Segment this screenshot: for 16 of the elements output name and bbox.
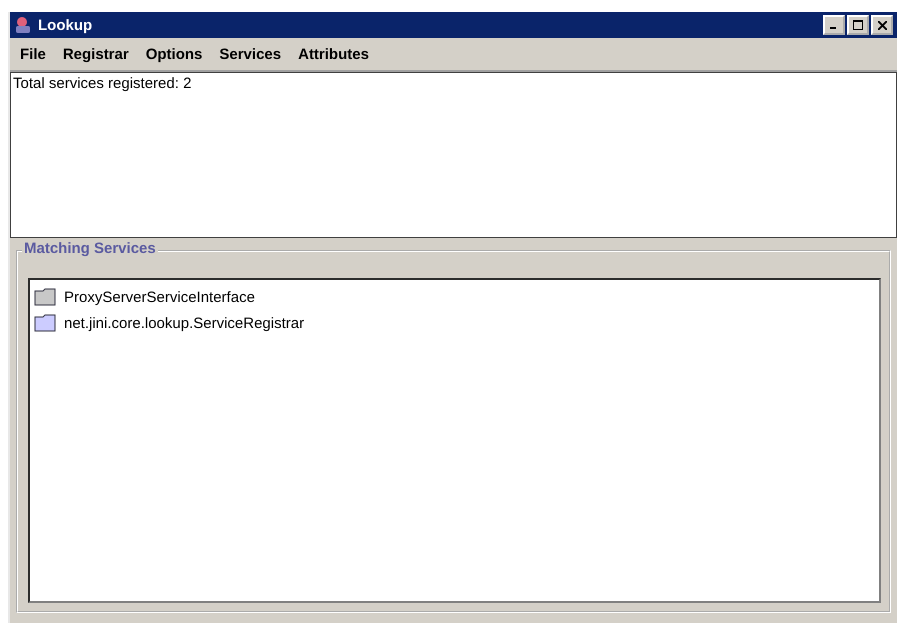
close-icon: [878, 20, 886, 30]
menu-item[interactable]: File: [20, 46, 46, 62]
group-title: Matching Services: [22, 240, 158, 257]
maximize-button[interactable]: [847, 15, 869, 35]
menu-item[interactable]: Registrar: [62, 46, 129, 62]
menu-item[interactable]: Options: [146, 46, 202, 62]
status-text: Total services registered: 2: [13, 75, 192, 92]
menu-item[interactable]: Services: [219, 46, 282, 62]
app-icon: [14, 16, 32, 34]
list-item[interactable]: ProxyServerServiceInterface: [64, 288, 255, 306]
close-button[interactable]: [871, 15, 893, 35]
maximize-icon: [853, 20, 863, 30]
list-item[interactable]: net.jini.core.lookup.ServiceRegistrar: [64, 314, 304, 332]
window-title: Lookup: [38, 16, 92, 34]
menu-item[interactable]: Attributes: [298, 46, 369, 62]
minimize-button[interactable]: [823, 15, 845, 35]
